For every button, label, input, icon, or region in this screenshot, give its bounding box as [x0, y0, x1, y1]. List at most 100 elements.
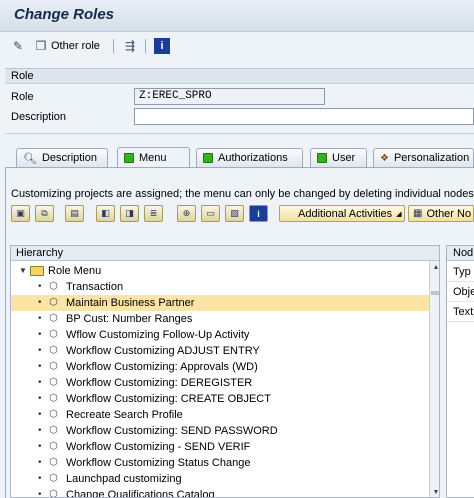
find-icon[interactable]: ⊕ — [177, 205, 196, 222]
additional-activities-button[interactable]: Additional Activities ◢ — [279, 205, 405, 222]
tree-item[interactable]: • ⬡ Launchpad customizing — [11, 471, 429, 487]
toolbar-separator — [113, 39, 114, 53]
expand-subtree-icon[interactable]: ◧ — [96, 205, 115, 222]
tree-item[interactable]: • ⬡ BP Cust: Number Ranges — [11, 311, 429, 327]
tab-label: Description — [41, 152, 97, 164]
tab-label: Authorizations — [218, 152, 288, 164]
application-toolbar: ✎ ❐ Other role ⇶ i — [0, 33, 474, 59]
tree-item[interactable]: • ⬡ Maintain Business Partner — [11, 295, 429, 311]
tree-vertical-scrollbar[interactable]: ▲ ▼ — [429, 261, 439, 497]
expand-arrow-icon[interactable]: ▼ — [19, 266, 27, 275]
transaction-cube-icon: ⬡ — [49, 377, 58, 388]
tree-item[interactable]: • ⬡ Recreate Search Profile — [11, 407, 429, 423]
search-doc-icon: 🔍︎ — [23, 152, 37, 165]
collapse-subtree-icon[interactable]: ◨ — [120, 205, 139, 222]
tree-root-label: Role Menu — [48, 265, 102, 277]
create-node-icon[interactable]: ▣ — [11, 205, 30, 222]
tab-authorizations[interactable]: Authorizations — [196, 148, 303, 167]
tree-item[interactable]: • ⬡ Workflow Customizing: Approvals (WD) — [11, 359, 429, 375]
role-field[interactable]: Z:EREC_SPRO — [134, 88, 325, 105]
transaction-cube-icon: ⬡ — [49, 409, 58, 420]
info-icon[interactable]: i — [154, 38, 170, 54]
hierarchy-tree: Hierarchy ▼ Role Menu • ⬡ Transaction • ⬡ Mai… — [10, 245, 440, 498]
transaction-cube-icon: ⬡ — [49, 457, 58, 468]
info-icon[interactable]: i — [249, 205, 268, 222]
node-row-label: Obje — [453, 286, 474, 298]
tree-item[interactable]: • ⬡ Workflow Customizing Status Change — [11, 455, 429, 471]
node-panel-header: Nod — [447, 246, 474, 261]
tree-bullet: • — [38, 473, 42, 484]
node-icon: ▦ — [413, 208, 423, 219]
tab-menu[interactable]: Menu — [117, 147, 190, 168]
tree-bullet: • — [38, 313, 42, 324]
scroll-up-icon[interactable]: ▲ — [431, 262, 439, 272]
other-role-icon[interactable]: ❐ — [33, 38, 49, 54]
tree-item-label: Workflow Customizing: SEND PASSWORD — [66, 425, 278, 437]
tree-item[interactable]: • ⬡ Workflow Customizing ADJUST ENTRY — [11, 343, 429, 359]
import-icon[interactable]: ▧ — [225, 205, 244, 222]
tree-root-row[interactable]: ▼ Role Menu — [11, 263, 429, 279]
tree-item-label: Launchpad customizing — [66, 473, 182, 485]
tree-bullet: • — [38, 489, 42, 498]
tab-personalization[interactable]: ❖ Personalization — [373, 148, 474, 167]
section-title: Role — [11, 70, 34, 82]
tree-bullet: • — [38, 281, 42, 292]
other-role-button[interactable]: Other role — [51, 40, 100, 52]
dropdown-arrow-icon: ◢ — [396, 210, 402, 218]
section-divider — [5, 133, 474, 134]
scroll-down-icon[interactable]: ▼ — [431, 487, 439, 497]
personalization-icon: ❖ — [380, 152, 389, 164]
copy-node-icon[interactable]: ⧉ — [35, 205, 54, 222]
tree-bullet: • — [38, 297, 42, 308]
tree-item[interactable]: • ⬡ Workflow Customizing: CREATE OBJECT — [11, 391, 429, 407]
status-green-icon — [203, 153, 213, 163]
edit-pencil-icon[interactable]: ✎ — [10, 38, 26, 54]
tree-item[interactable]: • ⬡ Workflow Customizing: SEND PASSWORD — [11, 423, 429, 439]
node-row-label: Typ — [453, 266, 471, 278]
tree-item-label: Workflow Customizing: CREATE OBJECT — [66, 393, 271, 405]
transaction-cube-icon: ⬡ — [49, 345, 58, 356]
tree-bullet: • — [38, 377, 42, 388]
title-bar: Change Roles — [0, 0, 474, 32]
print-icon[interactable]: ▭ — [201, 205, 220, 222]
transaction-cube-icon: ⬡ — [49, 313, 58, 324]
node-row-label: Text — [453, 306, 474, 318]
tree-item[interactable]: • ⬡ Workflow Customizing: DEREGISTER — [11, 375, 429, 391]
tab-label: Menu — [139, 152, 167, 164]
transaction-cube-icon: ⬡ — [49, 297, 58, 308]
transaction-cube-icon: ⬡ — [49, 281, 58, 292]
tree-item[interactable]: • ⬡ Workflow Customizing - SEND VERIF — [11, 439, 429, 455]
folder-icon — [30, 266, 44, 276]
tab-user[interactable]: User — [310, 148, 367, 167]
description-field[interactable] — [134, 108, 474, 125]
node-panel-row: Text — [447, 302, 474, 322]
transport-icon[interactable]: ⇶ — [122, 38, 138, 54]
status-green-icon — [124, 153, 134, 163]
tree-item[interactable]: • ⬡ Transaction — [11, 279, 429, 295]
tree-bullet: • — [38, 329, 42, 340]
window-title: Change Roles — [14, 6, 115, 23]
transaction-cube-icon: ⬡ — [49, 393, 58, 404]
other-node-button[interactable]: ▦ Other No — [408, 205, 474, 222]
tree-bullet: • — [38, 425, 42, 436]
tree-bullet: • — [38, 409, 42, 420]
button-label: Additional Activities — [298, 207, 393, 220]
tree-item[interactable]: • ⬡ Wflow Customizing Follow-Up Activity — [11, 327, 429, 343]
menu-info-text: Customizing projects are assigned; the m… — [11, 188, 474, 200]
tree-header: Hierarchy — [11, 246, 439, 261]
status-green-icon — [317, 153, 327, 163]
details-list-icon[interactable]: ≣ — [144, 205, 163, 222]
role-section-header: Role — [5, 68, 474, 84]
tab-label: Personalization — [393, 152, 470, 164]
tab-description[interactable]: 🔍︎ Description — [16, 148, 108, 167]
transaction-cube-icon: ⬡ — [49, 441, 58, 452]
tree-item[interactable]: • ⬡ Change Qualifications Catalog — [11, 487, 429, 498]
node-panel-title: Nod — [453, 247, 474, 259]
tree-item-label: Transaction — [66, 281, 124, 293]
tree-item-label: Workflow Customizing Status Change — [66, 457, 251, 469]
transaction-cube-icon: ⬡ — [49, 473, 58, 484]
delete-node-icon[interactable]: ▤ — [65, 205, 84, 222]
scroll-thumb[interactable] — [431, 291, 439, 295]
tree-header-label: Hierarchy — [16, 247, 64, 259]
tree-item-label: Wflow Customizing Follow-Up Activity — [66, 329, 250, 341]
